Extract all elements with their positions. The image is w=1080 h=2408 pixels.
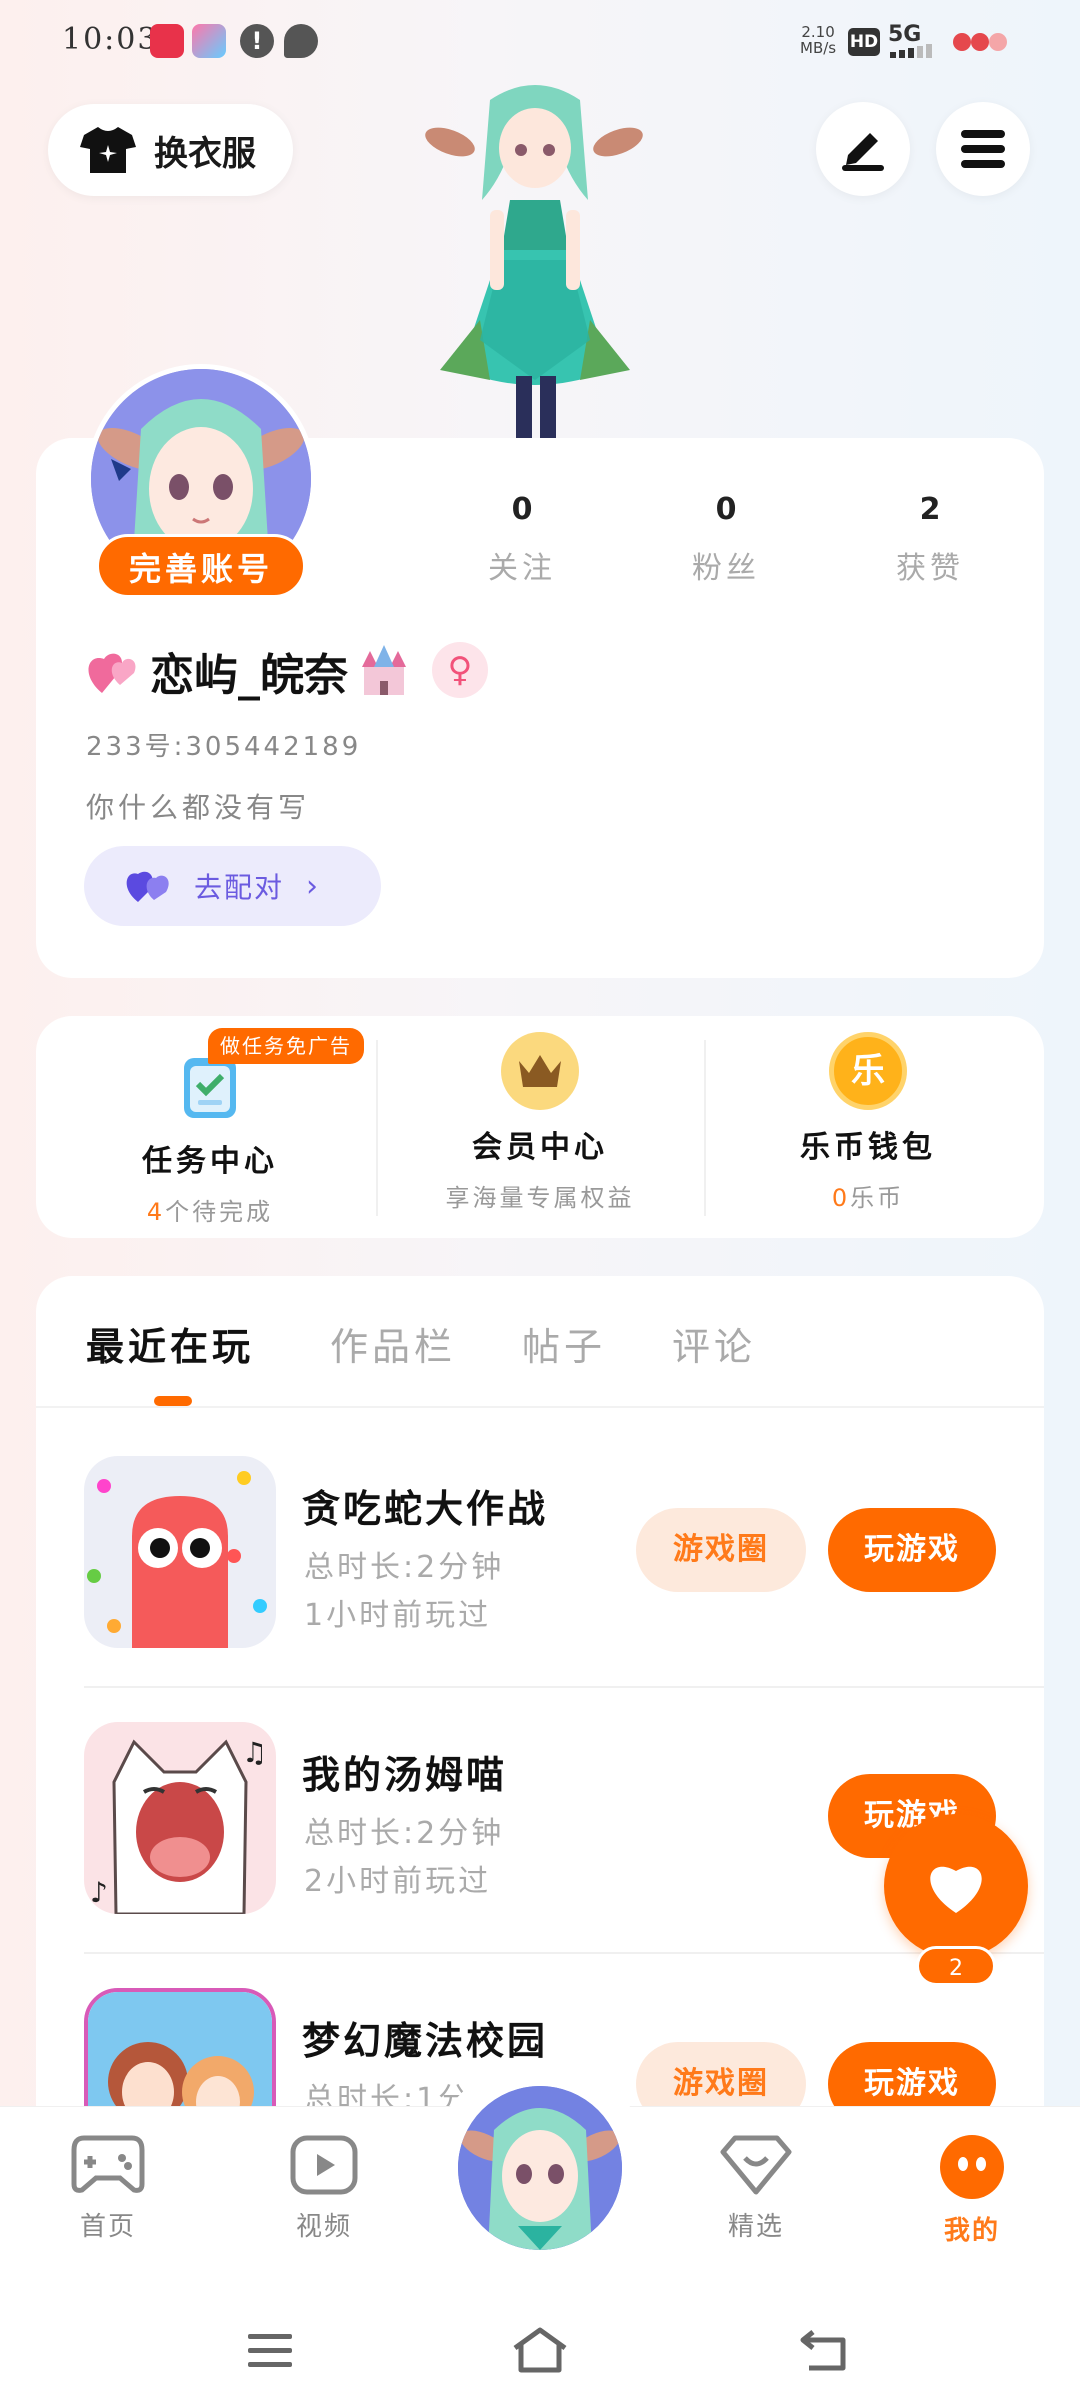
profile-face-icon: [940, 2135, 1004, 2199]
game-name: 梦幻魔法校园: [302, 2019, 549, 2063]
heart-diamond-icon: [720, 2135, 792, 2195]
nav-avatar-button[interactable]: [452, 2080, 628, 2256]
status-time: 10:03: [62, 22, 159, 57]
nav-video-label: 视频: [295, 2212, 352, 2242]
member-center-title: 会员中心: [472, 1130, 608, 1165]
task-center-sub: 4个待完成: [146, 1198, 274, 1226]
complete-account-button[interactable]: 完善账号: [96, 534, 306, 598]
game-last-played: 2小时前玩过: [304, 1864, 492, 1899]
nav-me-label: 我的: [943, 2216, 1000, 2246]
nav-home[interactable]: 首页: [38, 2134, 178, 2243]
home-icon: [513, 2327, 567, 2373]
user-bio[interactable]: 你什么都没有写: [86, 786, 310, 826]
signal-icon: [890, 44, 932, 58]
stat-fans-count: 0: [715, 492, 737, 527]
3d-avatar-character[interactable]: [420, 80, 650, 440]
stat-fans-label: 粉丝: [692, 551, 760, 586]
recents-icon: [248, 2334, 292, 2367]
castle-icon: [362, 645, 406, 695]
game-duration: 总时长:2分钟: [304, 1550, 505, 1585]
svg-text:♪: ♪: [90, 1876, 108, 1909]
avatar-image: [458, 2086, 622, 2250]
message-icon: [284, 24, 318, 58]
double-heart-icon: [88, 653, 136, 693]
menu-button[interactable]: [936, 102, 1030, 196]
chevron-right-icon: ›: [306, 868, 319, 904]
notification-app-icon: [192, 24, 226, 58]
username-row: 恋屿_皖奈: [86, 640, 412, 702]
menu-icon: [961, 130, 1005, 168]
stat-likes[interactable]: 2 获赞: [860, 492, 1000, 587]
nav-featured-label: 精选: [727, 2212, 784, 2242]
game-name: 我的汤姆喵: [302, 1753, 508, 1797]
game-name: 贪吃蛇大作战: [302, 1487, 549, 1531]
task-center-title: 任务中心: [142, 1144, 278, 1179]
edit-button[interactable]: [816, 102, 910, 196]
purple-heart-icon: [126, 871, 169, 902]
coin-wallet-sub: 0乐币: [831, 1184, 905, 1212]
tab-comments[interactable]: 评论: [672, 1316, 756, 1371]
battery-icon: [953, 33, 1007, 51]
stat-following-label: 关注: [488, 551, 556, 586]
stat-fans[interactable]: 0 粉丝: [656, 492, 796, 587]
nav-home-label: 首页: [79, 2212, 136, 2242]
game-duration: 总时长:2分钟: [304, 1816, 505, 1851]
notification-app-icon: [150, 24, 184, 58]
nav-video[interactable]: 视频: [254, 2134, 394, 2243]
match-label: 去配对: [194, 871, 285, 904]
hd-icon: HD: [848, 28, 880, 56]
coin-wallet-title: 乐币钱包: [800, 1130, 936, 1165]
svg-text:♫: ♫: [242, 1736, 267, 1769]
user-id[interactable]: 233号:305442189: [86, 726, 361, 763]
row-divider: [84, 1952, 1044, 1954]
edit-icon: [842, 133, 884, 171]
game-circle-button[interactable]: 游戏圈: [636, 1508, 806, 1592]
stat-following[interactable]: 0 关注: [452, 492, 592, 587]
coin-icon: 乐: [829, 1032, 907, 1110]
stat-following-count: 0: [511, 492, 533, 527]
alert-icon: !: [240, 24, 274, 58]
home-button[interactable]: [510, 2320, 570, 2380]
video-icon: [290, 2135, 358, 2195]
gamepad-icon: [71, 2135, 145, 2193]
net-speed: 2.10 MB/s: [800, 23, 837, 57]
like-fab-button[interactable]: [884, 1814, 1028, 1958]
match-button[interactable]: 去配对 ›: [84, 846, 381, 926]
username: 恋屿_皖奈: [150, 650, 348, 701]
nav-me[interactable]: 我的: [902, 2134, 1042, 2247]
divider: [376, 1040, 378, 1216]
back-icon: [800, 2330, 846, 2371]
ad-free-tag: 做任务免广告: [208, 1028, 364, 1064]
crown-icon: [501, 1032, 579, 1110]
tab-divider: [36, 1406, 1044, 1408]
game-row[interactable]: 贪吃蛇大作战 总时长:2分钟 1小时前玩过 游戏圈 玩游戏: [84, 1456, 1044, 1652]
tab-works[interactable]: 作品栏: [330, 1316, 456, 1371]
heart-icon: [930, 1866, 982, 1913]
snake-game-icon: [84, 1456, 276, 1648]
recents-button[interactable]: [240, 2320, 300, 2380]
game-last-played: 1小时前玩过: [304, 1598, 492, 1633]
stat-likes-label: 获赞: [896, 551, 964, 586]
play-game-button[interactable]: 玩游戏: [828, 1508, 996, 1592]
status-bar: 10:03 ! 2.10 MB/s HD 5G: [0, 0, 1080, 84]
divider: [704, 1040, 706, 1216]
member-center[interactable]: 会员中心 享海量专属权益: [380, 1032, 700, 1213]
nav-featured[interactable]: 精选: [686, 2134, 826, 2243]
tab-recent[interactable]: 最近在玩: [86, 1316, 254, 1371]
change-outfit-button[interactable]: 换衣服: [48, 104, 293, 196]
like-count-badge: 2: [916, 1946, 996, 1986]
cat-game-icon: ♫ ♪: [84, 1722, 276, 1914]
row-divider: [84, 1686, 1044, 1688]
tab-posts[interactable]: 帖子: [522, 1316, 606, 1371]
change-outfit-label: 换衣服: [154, 133, 256, 174]
member-center-sub: 享海量专属权益: [445, 1184, 635, 1212]
tab-indicator: [154, 1396, 192, 1406]
back-button[interactable]: [794, 2320, 854, 2380]
tshirt-icon: [80, 127, 136, 173]
stat-likes-count: 2: [919, 492, 941, 527]
female-icon: ♀: [432, 642, 488, 698]
coin-wallet[interactable]: 乐 乐币钱包 0乐币: [708, 1032, 1028, 1213]
